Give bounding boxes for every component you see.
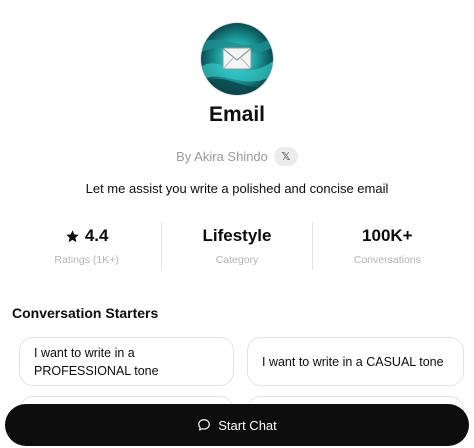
stat-category: Lifestyle Category [161,222,311,270]
start-chat-button[interactable]: Start Chat [5,404,469,446]
category-label: Category [215,254,259,266]
stat-rating: 4.4 Ratings (1K+) [12,222,161,270]
star-icon [66,229,79,242]
gpt-description: Let me assist you write a polished and c… [85,181,389,196]
gpt-avatar [201,23,273,95]
stats-row: 4.4 Ratings (1K+) Lifestyle Category 100… [12,222,462,270]
conversation-starter[interactable]: I want to write in a PROFESSIONAL tone [19,337,234,386]
stat-conversations: 100K+ Conversations [311,222,462,270]
author-byline: By Akira Shindo 𝕏 [0,147,474,166]
conversation-starter[interactable]: I want to write in a CASUAL tone [247,337,464,386]
conversation-starters-heading: Conversation Starters [12,305,159,321]
conversations-value: 100K+ [362,226,413,245]
category-value: Lifestyle [202,226,272,245]
rating-label: Ratings (1K+) [54,254,119,266]
chat-bubble-icon [198,419,211,431]
gpt-title: Email [208,103,266,126]
author-name: By Akira Shindo [176,149,268,164]
rating-value: 4.4 [65,222,108,250]
gpt-detail-page: Email By Akira Shindo 𝕏 Let me assist yo… [0,0,474,448]
envelope-icon [222,47,252,70]
start-chat-label: Start Chat [218,417,277,433]
x-social-icon[interactable]: 𝕏 [273,147,298,166]
conversations-label: Conversations [353,254,421,266]
